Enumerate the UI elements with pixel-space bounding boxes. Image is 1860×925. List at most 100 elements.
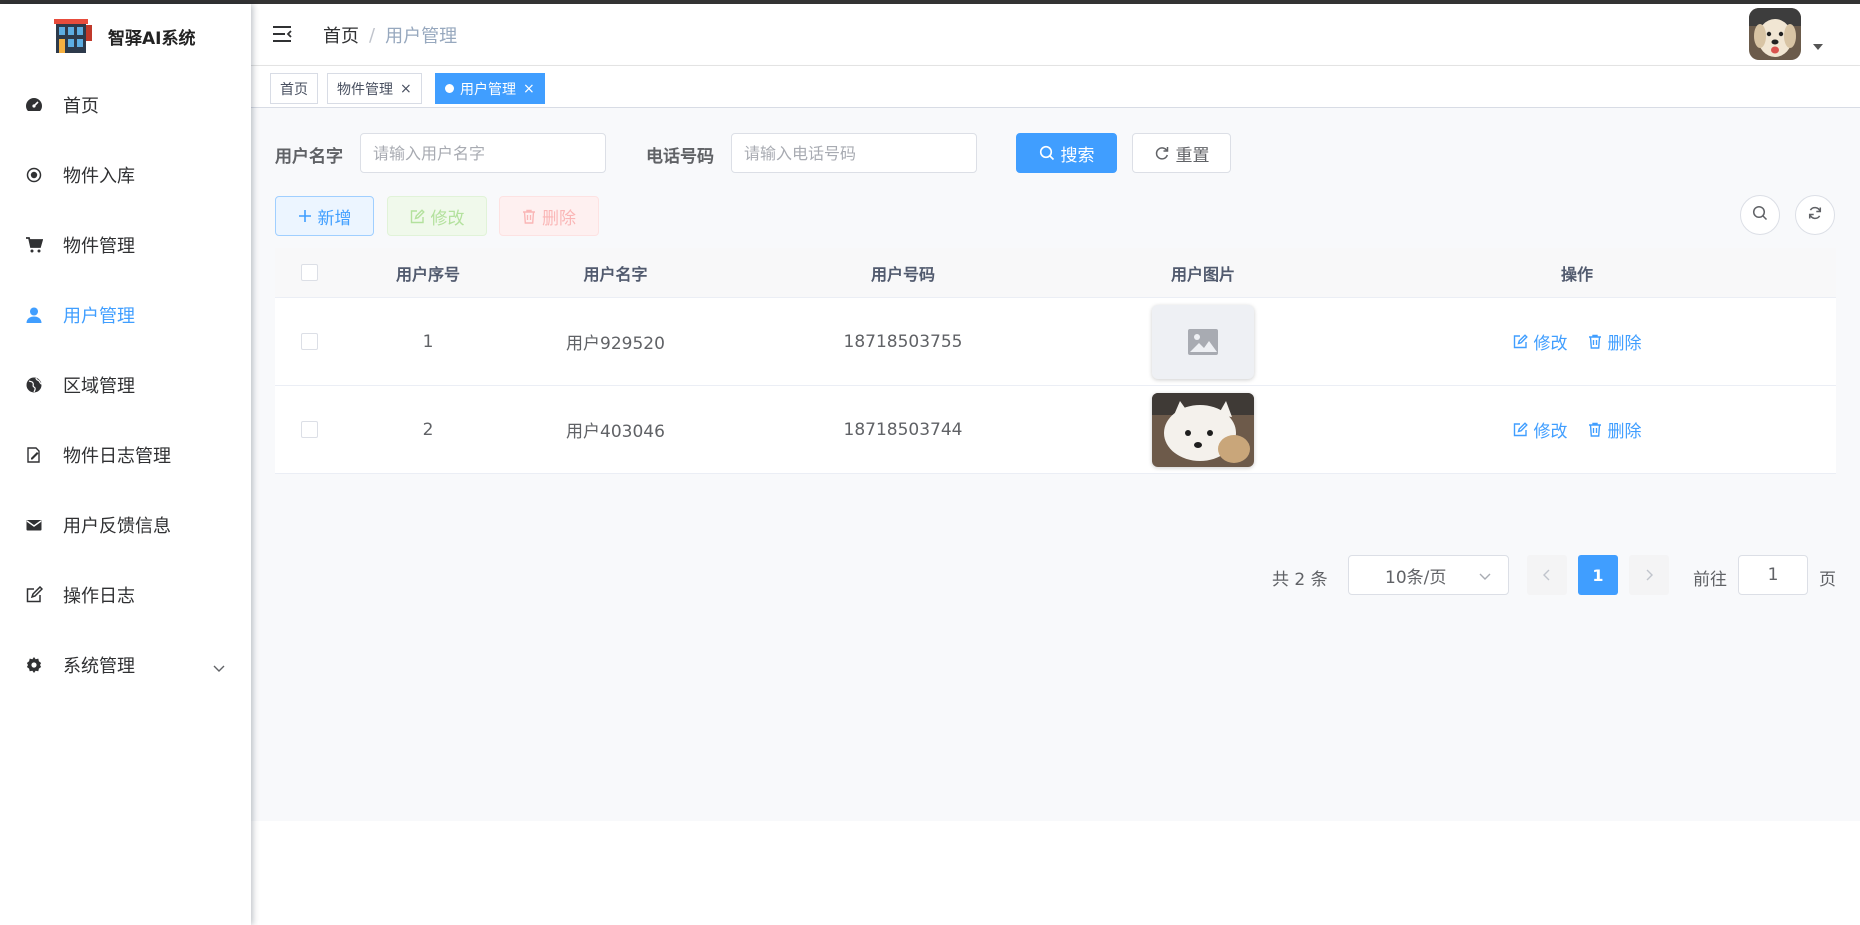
breadcrumb-current: 用户管理 [385, 26, 458, 47]
logo[interactable]: 智驿AI系统 [52, 14, 195, 58]
column-header: 操作 [1560, 264, 1593, 284]
row-delete-button[interactable]: 删除 [1588, 417, 1642, 442]
toggle-search-button[interactable] [1740, 195, 1780, 235]
tag-user-management[interactable]: 用户管理 × [435, 73, 545, 104]
select-all-cell [275, 264, 343, 281]
page-size-select[interactable]: 10条/页 [1348, 555, 1509, 595]
add-button[interactable]: 新增 [275, 196, 374, 236]
breadcrumb-separator: / [369, 24, 376, 46]
row-checkbox-cell [275, 333, 343, 350]
search-icon [1039, 145, 1055, 161]
sidebar-item-system-management[interactable]: 系统管理 [0, 630, 251, 700]
user-phone-cell: 18718503744 [843, 419, 963, 440]
sidebar-item-user-feedback[interactable]: 用户反馈信息 [0, 490, 251, 560]
add-button-label: 新增 [317, 208, 352, 229]
user-name-cell: 用户929520 [566, 334, 665, 354]
phone-input[interactable] [731, 133, 977, 173]
edit-icon [24, 585, 44, 605]
log-edit-icon [24, 445, 44, 465]
edit-icon [1513, 422, 1528, 437]
column-header: 用户号码 [870, 264, 935, 284]
page-number-button[interactable]: 1 [1578, 555, 1618, 595]
username-input[interactable] [360, 133, 606, 173]
pagination-total: 共 2 条 [1272, 570, 1328, 590]
sidebar-item-item-inbound[interactable]: 物件入库 [0, 140, 251, 210]
table-row: 2 用户403046 18718503744 修改 删除 [275, 386, 1836, 474]
row-checkbox[interactable] [300, 333, 318, 350]
table-row: 1 用户929520 18718503755 修改 删除 [275, 298, 1836, 386]
sidebar-item-item-log-management[interactable]: 物件日志管理 [0, 420, 251, 490]
app-title: 智驿AI系统 [108, 28, 196, 49]
sidebar-item-region-management[interactable]: 区域管理 [0, 350, 251, 420]
select-all-checkbox[interactable] [300, 264, 318, 281]
close-icon[interactable]: × [400, 82, 412, 96]
column-header: 用户序号 [395, 264, 460, 284]
globe-icon [24, 375, 44, 395]
row-edit-button[interactable]: 修改 [1513, 417, 1568, 442]
app-main: 用户名字 电话号码 搜索 重置 新增 修改 删除 用户序号 用户名字 用户号码 … [251, 108, 1860, 821]
sidebar-item-label: 区域管理 [63, 376, 135, 397]
row-delete-label: 删除 [1607, 422, 1642, 442]
user-photo[interactable] [1152, 392, 1254, 467]
sidebar-item-label: 物件管理 [63, 236, 135, 257]
user-name-cell: 用户403046 [566, 422, 665, 442]
breadcrumb: 首页 / 用户管理 [323, 22, 457, 48]
caret-down-icon[interactable] [1813, 44, 1823, 50]
tag-item-management[interactable]: 物件管理 × [327, 73, 422, 104]
breadcrumb-home[interactable]: 首页 [323, 22, 359, 48]
column-header: 用户名字 [583, 264, 648, 284]
search-button-label: 搜索 [1060, 145, 1095, 166]
sidebar-item-label: 用户管理 [63, 306, 135, 327]
prev-page-button[interactable] [1527, 555, 1567, 595]
operation-cell: 修改 删除 [1318, 417, 1836, 442]
row-edit-button[interactable]: 修改 [1513, 329, 1568, 354]
sidebar-item-user-management[interactable]: 用户管理 [0, 280, 251, 350]
sidebar-item-label: 物件入库 [63, 166, 135, 187]
tag-label: 用户管理 [460, 81, 516, 98]
logo-icon [54, 19, 92, 53]
mail-icon [24, 515, 44, 535]
reset-button[interactable]: 重置 [1132, 133, 1231, 173]
goto-page-input[interactable] [1738, 555, 1808, 595]
user-image-cell [1088, 392, 1318, 467]
sidebar-item-home[interactable]: 首页 [0, 70, 251, 140]
goto-suffix-label: 页 [1819, 570, 1836, 590]
user-table: 用户序号 用户名字 用户号码 用户图片 操作 1 用户929520 187185… [275, 248, 1836, 474]
edit-button-label: 修改 [430, 208, 465, 229]
chevron-left-icon [1542, 566, 1552, 585]
close-icon[interactable]: × [523, 82, 535, 96]
sidebar: 智驿AI系统 首页 物件入库 物件管理 用户管理 区域管理 物件日志管理 用户反… [0, 4, 251, 925]
sidebar-item-item-management[interactable]: 物件管理 [0, 210, 251, 280]
sidebar-item-label: 首页 [63, 96, 99, 117]
active-dot-icon [445, 84, 454, 93]
phone-label: 电话号码 [646, 147, 714, 167]
trash-icon [522, 209, 536, 224]
search-button[interactable]: 搜索 [1016, 133, 1117, 173]
delete-button[interactable]: 删除 [499, 196, 599, 236]
column-header: 用户图片 [1170, 264, 1235, 284]
reset-button-label: 重置 [1175, 145, 1210, 166]
refresh-icon [1154, 145, 1170, 161]
edit-button[interactable]: 修改 [387, 196, 487, 236]
tag-label: 物件管理 [337, 81, 393, 98]
plus-icon [298, 209, 312, 223]
dog-photo-image [1152, 392, 1254, 467]
refresh-table-button[interactable] [1795, 195, 1835, 235]
next-page-button[interactable] [1629, 555, 1669, 595]
row-checkbox-cell [275, 421, 343, 438]
hamburger-icon[interactable] [271, 23, 293, 45]
sidebar-item-operation-log[interactable]: 操作日志 [0, 560, 251, 630]
row-edit-label: 修改 [1533, 422, 1568, 442]
page-size-value: 10条/页 [1385, 567, 1447, 588]
operation-cell: 修改 删除 [1318, 329, 1836, 354]
dashboard-icon [24, 95, 44, 115]
row-checkbox[interactable] [300, 421, 318, 438]
edit-icon [410, 208, 425, 224]
tag-home[interactable]: 首页 [270, 73, 318, 104]
row-delete-button[interactable]: 删除 [1588, 329, 1642, 354]
avatar[interactable] [1749, 8, 1801, 60]
tag-label: 首页 [280, 81, 308, 98]
row-delete-label: 删除 [1607, 334, 1642, 354]
image-placeholder[interactable] [1152, 304, 1254, 379]
chevron-down-icon [1478, 568, 1492, 588]
